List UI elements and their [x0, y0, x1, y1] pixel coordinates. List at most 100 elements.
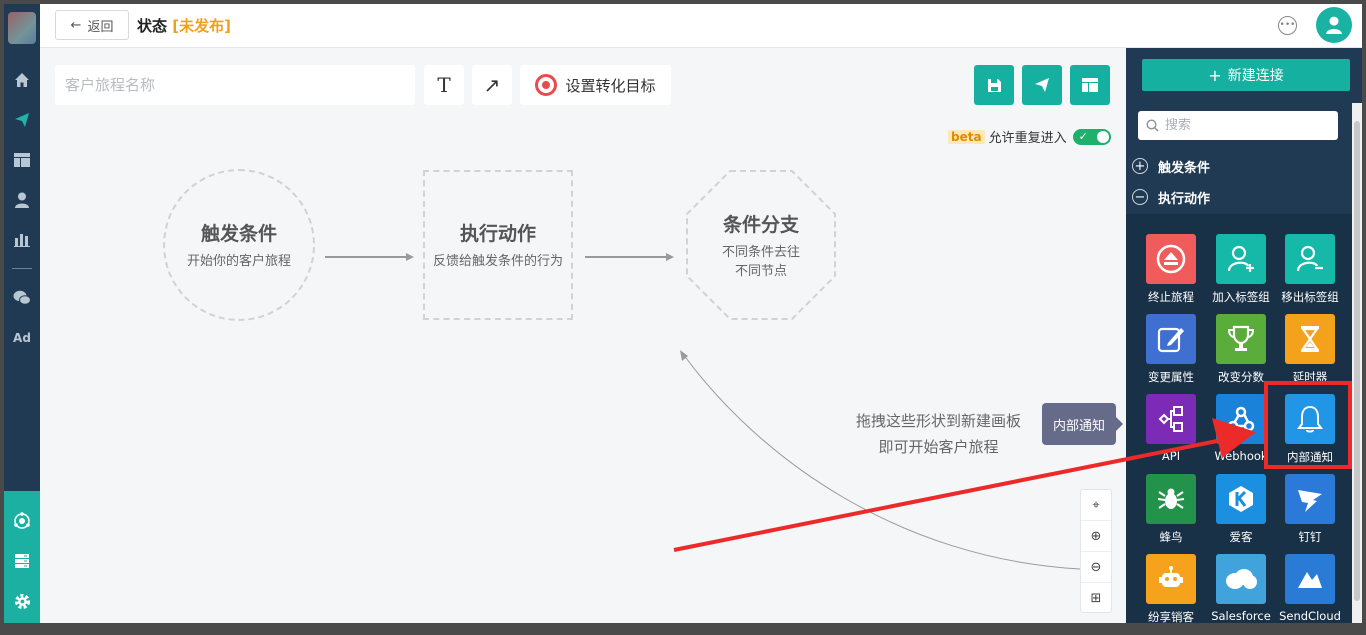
chat-icon[interactable]: •••	[1278, 16, 1297, 35]
status-text: 未发布	[179, 17, 225, 35]
app-window: Ad ← 返回 状态 [未发布] ••• T	[4, 4, 1362, 631]
action-tile[interactable]: Salesforce	[1206, 554, 1276, 631]
robot-icon	[1146, 554, 1196, 604]
tile-label: 爱客	[1229, 530, 1253, 544]
zoom-in-icon[interactable]: ⊕	[1081, 521, 1111, 552]
trophy-icon	[1216, 314, 1266, 364]
server-icon[interactable]	[4, 547, 40, 575]
save-icon	[987, 78, 1001, 92]
user-remove-icon	[1285, 234, 1335, 284]
hint-line-2: 即可开始客户旅程	[878, 438, 999, 456]
action-tile[interactable]: 蜂鸟	[1136, 474, 1206, 552]
tile-label: 变更属性	[1148, 370, 1194, 384]
drag-tooltip: 内部通知	[1042, 403, 1123, 445]
template-button[interactable]	[1070, 65, 1110, 105]
zoom-out-icon[interactable]: ⊖	[1081, 552, 1111, 583]
reentry-setting: beta 允许重复进入	[948, 127, 1111, 146]
tile-label: Webhook	[1214, 449, 1268, 463]
cloud-icon	[1216, 554, 1266, 604]
send-icon[interactable]	[4, 106, 40, 134]
panel-scrollbar[interactable]	[1352, 103, 1362, 631]
drag-hint: 拖拽这些形状到新建画板 即可开始客户旅程	[856, 408, 1021, 460]
fit-view-icon[interactable]: ⊞	[1081, 583, 1111, 614]
action-tile[interactable]: 纷享销客	[1136, 554, 1206, 631]
scrollbar-thumb[interactable]	[1354, 121, 1360, 601]
webhook-icon	[1216, 394, 1266, 444]
tile-label: 蜂鸟	[1159, 530, 1183, 544]
locate-icon[interactable]: ⌖	[1081, 490, 1111, 521]
hint-line-1: 拖拽这些形状到新建画板	[856, 412, 1022, 430]
reentry-toggle[interactable]	[1072, 128, 1111, 145]
network-icon[interactable]	[4, 507, 40, 535]
title-text: 状态	[137, 17, 168, 35]
nav-bottom-group	[4, 491, 40, 631]
trigger-subtitle: 开始你的客户旅程	[186, 254, 291, 269]
search-input[interactable]	[1165, 118, 1325, 133]
highlight-box	[1264, 381, 1352, 469]
action-tile[interactable]: API	[1136, 394, 1206, 472]
home-icon[interactable]	[4, 66, 40, 94]
ad-icon[interactable]: Ad	[4, 324, 40, 352]
journey-canvas[interactable]: T ↗ 设置转化目标 beta 允许重复进入 触发条件 开始你的客户旅程 执行动…	[40, 49, 1126, 631]
user-avatar-icon	[1326, 16, 1342, 34]
arrow-tool-button[interactable]: ↗	[472, 65, 512, 105]
section-trigger[interactable]: + 触发条件	[1126, 151, 1352, 181]
spider-icon	[1146, 474, 1196, 524]
section-action-label: 执行动作	[1158, 191, 1211, 207]
settings-icon[interactable]	[4, 587, 40, 615]
branch-title: 条件分支	[722, 213, 799, 236]
action-tile[interactable]: 变更属性	[1136, 314, 1206, 392]
set-goal-button[interactable]: 设置转化目标	[520, 65, 671, 105]
action-title: 执行动作	[459, 223, 536, 245]
action-shape[interactable]: 执行动作 反馈给触发条件的行为	[423, 170, 573, 320]
status-close-bracket: ]	[224, 17, 231, 35]
section-trigger-label: 触发条件	[1158, 160, 1211, 176]
new-connection-button[interactable]: + 新建连接	[1142, 59, 1350, 91]
wechat-icon[interactable]	[4, 284, 40, 312]
edit-icon	[1146, 314, 1196, 364]
plus-icon: +	[1208, 65, 1222, 85]
action-tile[interactable]: 加入标签组	[1206, 234, 1276, 312]
expand-icon: +	[1132, 158, 1148, 174]
chart-icon[interactable]	[4, 226, 40, 254]
arrow-left-icon: ←	[70, 17, 82, 33]
tile-label: 加入标签组	[1212, 290, 1270, 304]
k-icon	[1216, 474, 1266, 524]
layout-icon[interactable]	[4, 146, 40, 174]
action-tile[interactable]: 终止旅程	[1136, 234, 1206, 312]
goal-label: 设置转化目标	[565, 76, 656, 95]
eject-icon	[1146, 234, 1196, 284]
page-title: 状态 [未发布]	[137, 15, 231, 36]
screen-bottom-edge	[0, 623, 1366, 635]
beta-badge: beta	[948, 129, 985, 144]
branch-shape[interactable]: 条件分支 不同条件去往 不同节点	[685, 169, 837, 321]
back-button[interactable]: ← 返回	[55, 10, 129, 40]
publish-button[interactable]	[1022, 65, 1062, 105]
tile-label: SendCloud	[1279, 609, 1341, 623]
tile-label: 移出标签组	[1281, 290, 1339, 304]
hourglass-icon	[1285, 314, 1335, 364]
user-icon[interactable]	[4, 186, 40, 214]
action-tile[interactable]: 移出标签组	[1275, 234, 1345, 312]
save-button[interactable]	[974, 65, 1014, 105]
action-tile[interactable]: 钉钉	[1275, 474, 1345, 552]
avatar[interactable]	[1316, 7, 1352, 43]
branch-subtitle-1: 不同条件去往	[721, 244, 800, 260]
tile-label: 改变分数	[1218, 370, 1264, 384]
tile-label: Salesforce	[1211, 609, 1271, 623]
action-subtitle: 反馈给触发条件的行为	[432, 254, 563, 269]
branch-subtitle-2: 不同节点	[734, 263, 787, 279]
action-tile[interactable]: SendCloud	[1275, 554, 1345, 631]
action-tile[interactable]: 爱客	[1206, 474, 1276, 552]
template-icon	[1082, 78, 1098, 92]
tile-label: API	[1161, 449, 1181, 463]
trigger-shape[interactable]: 触发条件 开始你的客户旅程	[163, 169, 315, 321]
journey-name-input[interactable]	[55, 65, 415, 105]
text-tool-button[interactable]: T	[424, 65, 464, 105]
reentry-label: 允许重复进入	[988, 131, 1067, 146]
tile-label: 钉钉	[1298, 530, 1322, 544]
tile-label: 终止旅程	[1148, 290, 1194, 304]
target-icon	[535, 74, 558, 96]
logo	[8, 12, 36, 44]
section-action[interactable]: − 执行动作	[1126, 182, 1352, 212]
